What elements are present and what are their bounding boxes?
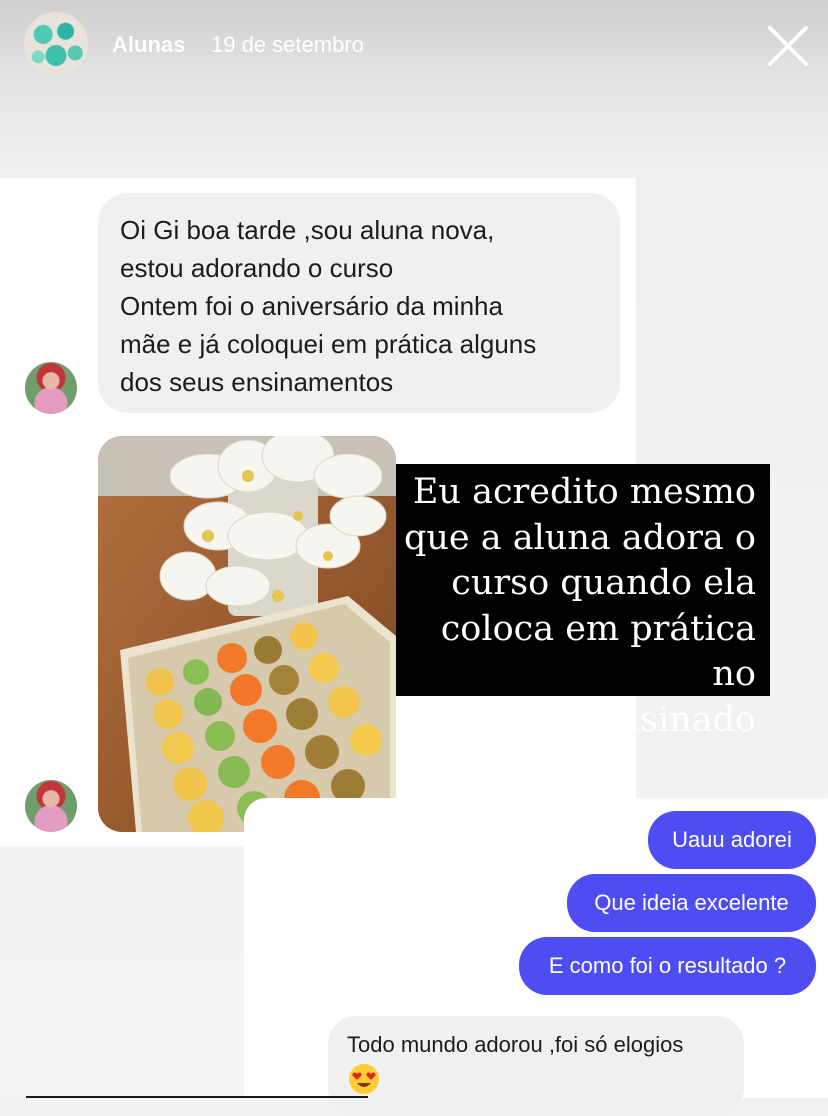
story-date: 19 de setembro bbox=[211, 32, 364, 57]
outgoing-message-text: Uauu adorei bbox=[672, 827, 792, 852]
heart-eyes-emoji-icon bbox=[349, 1064, 379, 1094]
highlight-title[interactable]: Alunas bbox=[112, 32, 185, 58]
outgoing-message-text: E como foi o resultado ? bbox=[548, 953, 787, 978]
incoming-message-bubble: Oi Gi boa tarde ,sou aluna nova, estou a… bbox=[98, 193, 620, 413]
outgoing-message-bubble: Que ideia excelente bbox=[567, 874, 816, 932]
story-avatar[interactable] bbox=[24, 12, 88, 76]
sender-avatar bbox=[25, 780, 77, 832]
sweets-photo-image bbox=[98, 436, 396, 832]
sweets-photo[interactable] bbox=[98, 436, 396, 832]
message-line: mãe e já coloquei em prática alguns bbox=[120, 329, 537, 359]
outgoing-message-bubble: Uauu adorei bbox=[648, 811, 816, 869]
outgoing-message-text: Que ideia excelente bbox=[594, 890, 789, 915]
message-line: dos seus ensinamentos bbox=[120, 367, 394, 397]
message-line: Ontem foi o aniversário da minha bbox=[120, 291, 503, 321]
outgoing-message-bubble: E como foi o resultado ? bbox=[519, 937, 816, 995]
message-line: estou adorando o curso bbox=[120, 253, 394, 283]
overlay-caption: Eu acredito mesmo que a aluna adora o cu… bbox=[403, 472, 756, 740]
story-text-overlay: Eu acredito mesmo que a aluna adora o cu… bbox=[396, 464, 770, 740]
message-line: Oi Gi boa tarde ,sou aluna nova, bbox=[120, 215, 495, 245]
incoming-reply-bubble: Todo mundo adorou ,foi só elogios bbox=[328, 1016, 744, 1116]
close-icon bbox=[768, 26, 808, 66]
close-button[interactable] bbox=[764, 22, 812, 70]
reply-text: Todo mundo adorou ,foi só elogios bbox=[347, 1032, 684, 1057]
sender-avatar bbox=[25, 362, 77, 414]
